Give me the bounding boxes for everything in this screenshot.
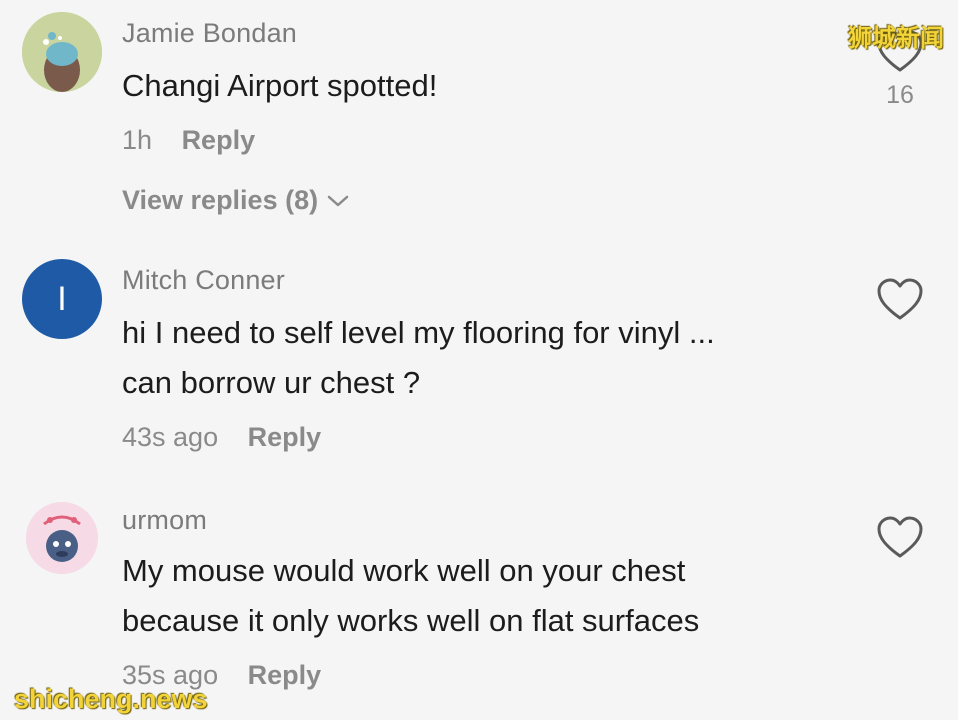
avatar[interactable]: I [22,259,102,339]
view-replies-label: View replies (8) [122,185,319,215]
comment-time: 1h [122,125,153,155]
avatar-image [26,502,98,574]
comment-time: 43s ago [122,422,219,452]
comment-meta: 1h Reply [122,125,255,156]
like-count: 16 [886,81,914,109]
reply-button[interactable]: Reply [182,125,256,155]
avatar[interactable] [22,12,102,92]
view-replies-button[interactable]: View replies (8) [122,185,350,216]
reply-button[interactable]: Reply [248,422,322,452]
comment-author[interactable]: urmom [122,505,207,536]
comment-author[interactable]: Mitch Conner [122,265,285,296]
comment-text: Changi Airport spotted! [122,68,438,103]
reply-button[interactable]: Reply [248,660,322,690]
chevron-down-icon [327,195,349,206]
comments-panel: Jamie Bondan Changi Airport spotted! 1h … [0,0,958,720]
comment-author[interactable]: Jamie Bondan [122,18,297,49]
avatar-letter: I [57,279,67,318]
heart-outline-icon [877,516,923,558]
comment-text: My mouse would work well on your chest b… [122,553,700,638]
watermark-logo: 狮城新闻 [848,25,944,52]
watermark-url: shicheng.news [14,684,208,714]
avatar[interactable] [26,502,98,574]
comment-text: hi I need to self level my flooring for … [122,315,715,400]
comment-meta: 43s ago Reply [122,422,321,453]
avatar-image [22,12,102,92]
like-button[interactable] [876,516,924,565]
like-button[interactable] [876,278,924,327]
heart-outline-icon [877,278,923,320]
